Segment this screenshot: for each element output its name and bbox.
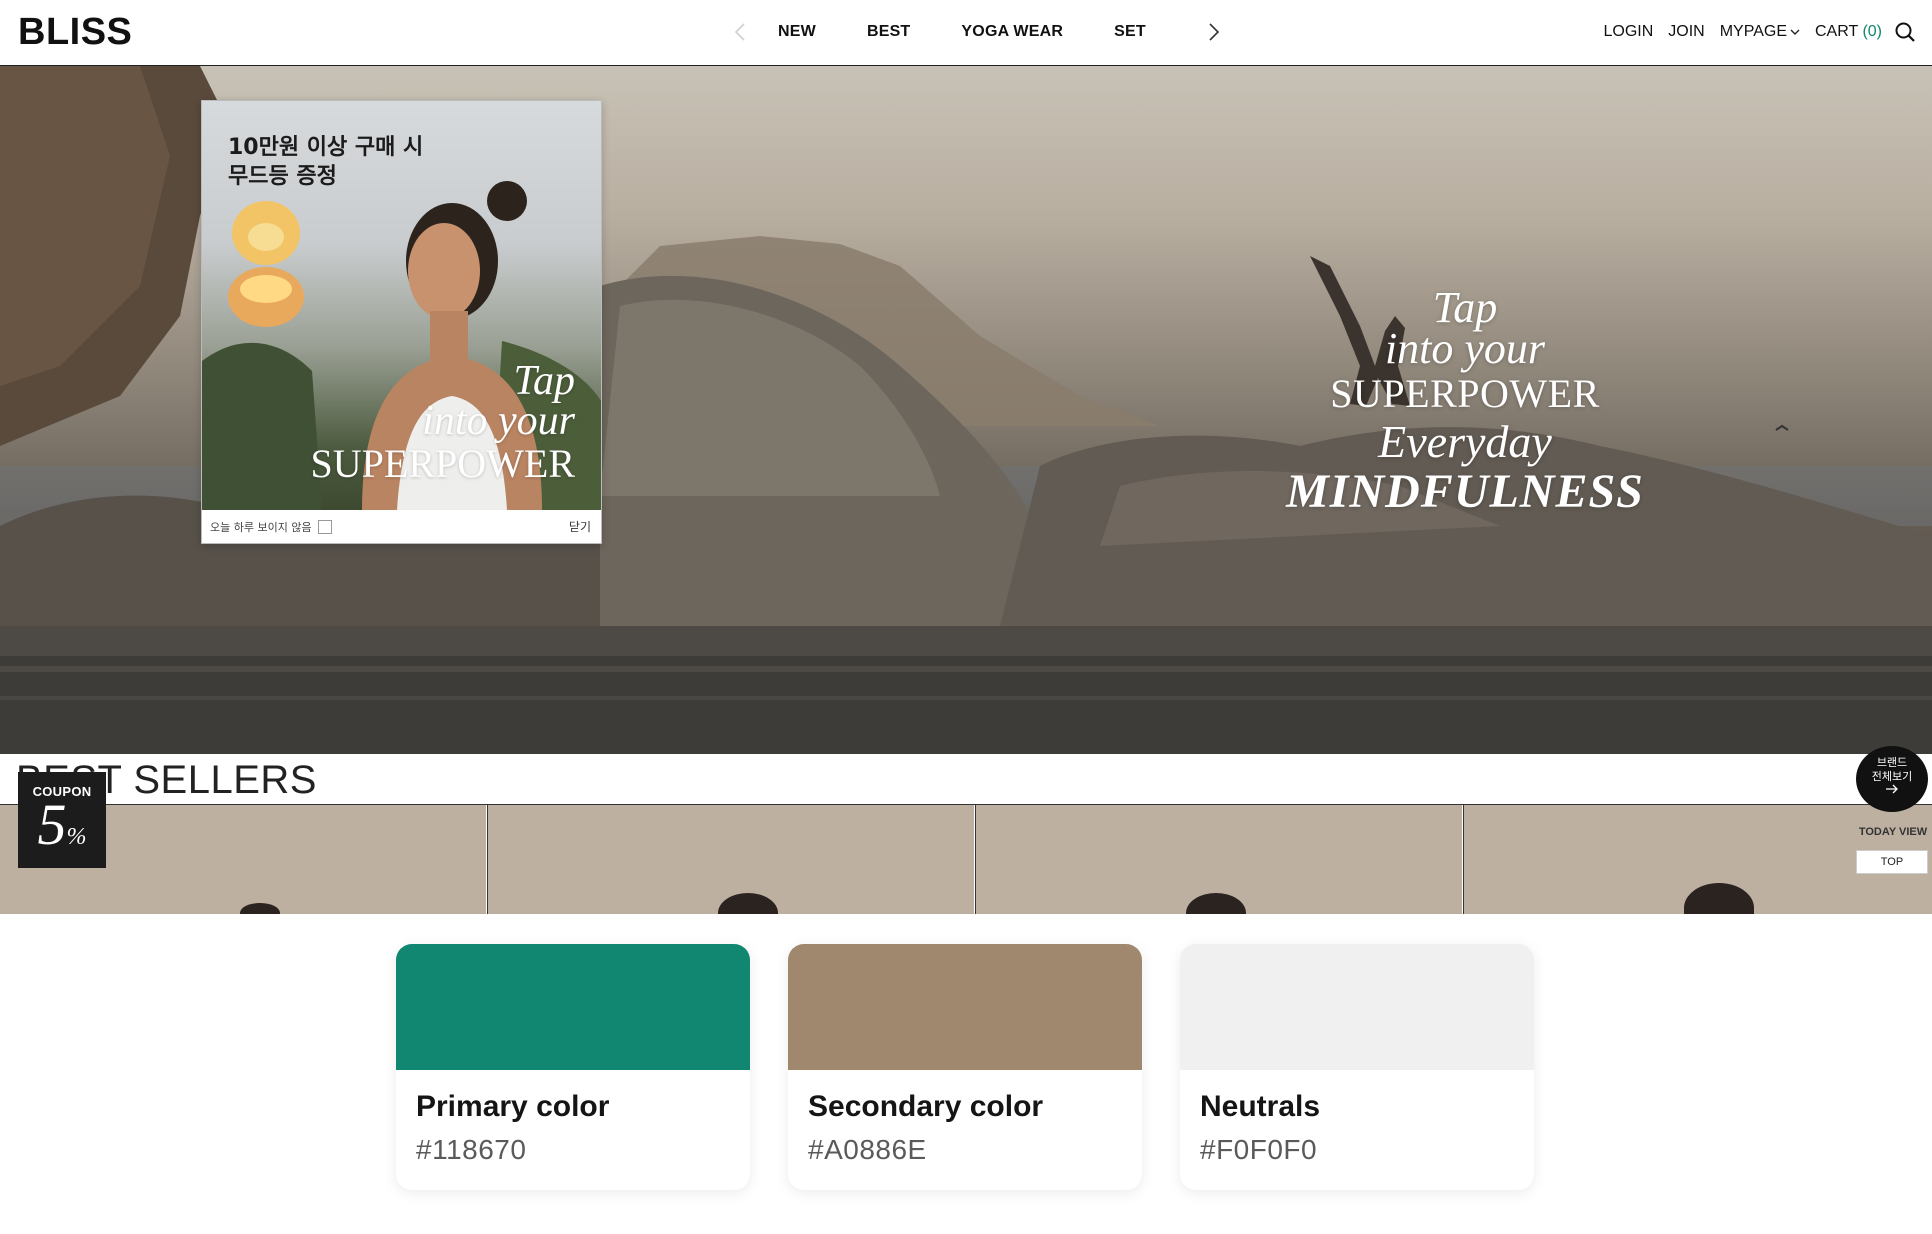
- today-view-label[interactable]: TODAY VIEW: [1856, 826, 1930, 838]
- color-swatch-neutrals: [1180, 944, 1534, 1070]
- join-link[interactable]: JOIN: [1668, 23, 1704, 41]
- hide-today-checkbox[interactable]: [317, 519, 332, 534]
- popup-close-button[interactable]: 닫기: [569, 518, 591, 535]
- utility-menu: LOGIN JOIN MYPAGE CART (0): [1588, 0, 1916, 64]
- brand-all-line-2: 전체보기: [1871, 770, 1913, 783]
- promo-popup: 10만원 이상 구매 시 무드등 증정 Tap into your SUPERP…: [201, 100, 602, 544]
- popup-headline-line-2: 무드등 증정: [228, 164, 337, 189]
- mypage-label: MYPAGE: [1719, 23, 1787, 40]
- login-link[interactable]: LOGIN: [1603, 23, 1653, 41]
- color-hex: #A0886E: [808, 1134, 927, 1165]
- site-header: BLISS NEW BEST YOGA WEAR SET LOGIN JOIN …: [0, 0, 1932, 66]
- cart-count: (0): [1862, 23, 1882, 40]
- hide-today-label: 오늘 하루 보이지 않음: [210, 520, 312, 534]
- nav-new[interactable]: NEW: [778, 23, 816, 41]
- color-swatch-primary: [396, 944, 750, 1070]
- color-card-secondary: Secondary color #A0886E: [788, 944, 1142, 1190]
- coupon-unit: %: [66, 824, 87, 850]
- product-image: [1684, 883, 1754, 915]
- cart-label: CART: [1815, 23, 1858, 40]
- color-hex: #118670: [416, 1134, 527, 1165]
- popup-footer: 오늘 하루 보이지 않음 닫기: [202, 510, 601, 543]
- hero-line-3: SUPERPOWER: [1330, 371, 1600, 416]
- chevron-down-icon: [1790, 29, 1800, 35]
- popup-headline: 10만원 이상 구매 시 무드등 증정: [228, 133, 423, 191]
- popup-tagline-line-3: SUPERPOWER: [310, 441, 576, 486]
- mypage-menu[interactable]: MYPAGE: [1720, 23, 1800, 41]
- color-palette-section: Primary color #118670 Secondary color #A…: [0, 914, 1932, 1234]
- product-card[interactable]: [975, 805, 1462, 915]
- hide-today-option[interactable]: 오늘 하루 보이지 않음: [210, 519, 332, 535]
- brand-logo[interactable]: BLISS: [18, 10, 132, 54]
- hero-line-2: into your: [1384, 324, 1546, 373]
- popup-tagline-line-2: into your: [422, 398, 575, 444]
- arrow-right-icon: [1886, 784, 1898, 794]
- popup-image[interactable]: 10만원 이상 구매 시 무드등 증정 Tap into your SUPERP…: [202, 101, 601, 510]
- product-image: [718, 893, 778, 915]
- scroll-top-button[interactable]: TOP: [1856, 850, 1928, 874]
- hero-line-5: MINDFULNESS: [1286, 465, 1644, 518]
- hero-line-1: Tap: [1432, 283, 1498, 332]
- best-sellers-carousel: [0, 804, 1932, 915]
- color-swatch-secondary: [788, 944, 1142, 1070]
- nav-yoga-wear[interactable]: YOGA WEAR: [961, 23, 1063, 41]
- popup-headline-line-1: 10만원 이상 구매 시: [228, 135, 424, 160]
- color-name: Primary color: [416, 1090, 610, 1123]
- product-card[interactable]: [487, 805, 974, 915]
- chevron-left-icon[interactable]: [728, 20, 752, 44]
- popup-tagline: Tap into your SUPERPOWER: [310, 358, 576, 487]
- coupon-value: 5%: [18, 796, 106, 863]
- color-card-primary: Primary color #118670: [396, 944, 750, 1190]
- popup-tagline-line-1: Tap: [513, 358, 575, 404]
- cart-link[interactable]: CART (0): [1815, 23, 1882, 41]
- color-card-neutrals: Neutrals #F0F0F0: [1180, 944, 1534, 1190]
- coupon-badge[interactable]: COUPON 5%: [18, 772, 106, 868]
- coupon-number: 5: [37, 792, 67, 857]
- brand-all-line-1: 브랜드: [1876, 756, 1908, 769]
- color-name: Secondary color: [808, 1090, 1044, 1123]
- nav-set[interactable]: SET: [1114, 23, 1146, 41]
- hero-tagline: Tap into your SUPERPOWER Everyday MINDFU…: [1280, 283, 1650, 518]
- brand-all-button[interactable]: 브랜드 전체보기: [1856, 746, 1928, 812]
- search-icon[interactable]: [1894, 21, 1916, 43]
- chevron-right-icon[interactable]: [1202, 20, 1226, 44]
- color-name: Neutrals: [1200, 1090, 1321, 1123]
- nav-best[interactable]: BEST: [867, 23, 910, 41]
- product-image: [1186, 893, 1246, 915]
- main-nav: NEW BEST YOGA WEAR SET: [728, 0, 1226, 64]
- color-hex: #F0F0F0: [1200, 1134, 1318, 1165]
- hero-line-4: Everyday: [1378, 416, 1552, 467]
